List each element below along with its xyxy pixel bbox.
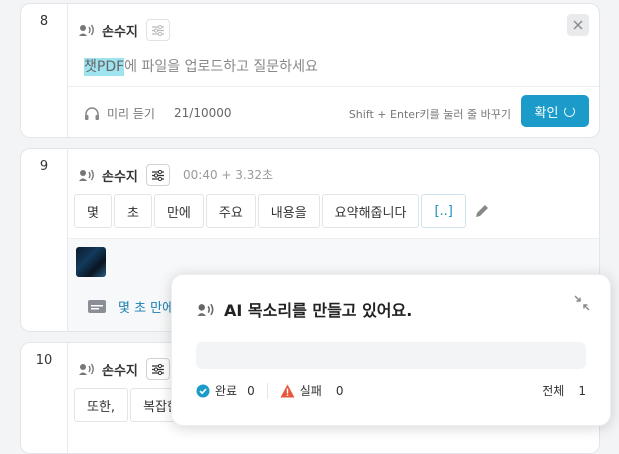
check-circle-icon	[196, 384, 210, 397]
total-label: 전체	[542, 384, 565, 398]
speaker-name[interactable]: 손수지	[102, 166, 138, 185]
fail-label: 실패	[299, 384, 322, 398]
token[interactable]: 만에	[153, 194, 204, 228]
voice-generation-popup: AI 목소리를 만들고 있어요. 완료 0 실패 0 전체 1	[171, 274, 611, 426]
voice-icon	[79, 169, 94, 181]
progress-bar	[196, 342, 586, 369]
done-stat: 완료 0	[196, 382, 255, 399]
highlighted-text: 챗PDF	[84, 58, 125, 76]
warning-icon	[280, 384, 295, 397]
collapse-button[interactable]	[574, 295, 590, 315]
voice-icon	[79, 24, 94, 36]
token[interactable]: 또한,	[74, 388, 129, 422]
headphones-icon	[85, 107, 99, 120]
status-summary: 완료 0 실패 0 전체 1	[196, 382, 586, 399]
sliders-icon	[151, 169, 164, 181]
speaker-name[interactable]: 손수지	[102, 21, 138, 40]
speaker-row: 손수지	[78, 358, 170, 380]
summary-row[interactable]: 몇 초 만에	[88, 297, 174, 316]
token[interactable]: 몇	[74, 194, 112, 228]
fail-stat: 실패 0	[280, 382, 344, 399]
more-tokens-button[interactable]: [..]	[421, 194, 466, 228]
preview-button[interactable]: 미리 듣기	[84, 105, 155, 122]
segment-time: 00:40 + 3.32초	[183, 168, 274, 182]
subtitle-icon	[88, 300, 106, 313]
edit-button[interactable]	[474, 194, 490, 228]
token[interactable]: 초	[113, 194, 152, 228]
editor-footer: 미리 듣기 21/10000 Shift + Enter키를 눌러 줄 바꾸기 …	[68, 86, 599, 137]
char-counter: 21/10000	[174, 106, 232, 120]
token[interactable]: 주요	[205, 194, 256, 228]
voice-icon	[197, 303, 214, 316]
voice-icon	[79, 363, 94, 375]
token-list: 몇 초 만에 주요 내용을 요약해줍니다 [..]	[74, 194, 490, 228]
segment-number: 10	[21, 343, 68, 453]
speaker-row: 손수지	[78, 19, 170, 41]
popup-header: AI 목소리를 만들고 있어요.	[196, 297, 412, 321]
token[interactable]: 요약해줍니다	[321, 194, 420, 228]
speaker-row: 손수지	[78, 164, 170, 186]
divider	[266, 382, 268, 399]
segment-editor-card: 8 손수지 챗PDF에 파일을 업로드하고 질문하세요 미리 듣기 21/100…	[20, 3, 600, 138]
popup-title: AI 목소리를 만들고 있어요.	[224, 301, 413, 320]
collapse-icon	[574, 295, 590, 311]
thumbnail-image[interactable]	[76, 247, 106, 277]
placeholder-text: 에 파일을 업로드하고 질문하세요	[124, 59, 318, 75]
total-stat: 전체 1	[542, 382, 586, 399]
summary-text: 몇 초 만에	[118, 301, 175, 316]
close-button[interactable]	[567, 14, 589, 36]
text-input[interactable]: 챗PDF에 파일을 업로드하고 질문하세요	[84, 56, 318, 76]
speaker-name[interactable]: 손수지	[102, 360, 138, 379]
fail-count: 0	[335, 383, 344, 398]
speaker-settings-button[interactable]	[145, 164, 170, 186]
done-label: 완료	[215, 384, 238, 398]
pencil-icon	[475, 205, 488, 217]
loading-spinner-icon	[564, 105, 576, 117]
sliders-icon	[151, 24, 164, 36]
confirm-button[interactable]: 확인	[521, 95, 589, 127]
token[interactable]: 내용을	[257, 194, 320, 228]
shortcut-hint: Shift + Enter키를 눌러 줄 바꾸기	[348, 108, 511, 121]
sliders-icon	[151, 363, 164, 375]
done-count: 0	[247, 383, 255, 398]
speaker-settings-button[interactable]	[145, 19, 170, 41]
speaker-settings-button[interactable]	[145, 358, 170, 380]
segment-number: 9	[21, 149, 68, 331]
total-count: 1	[578, 383, 586, 398]
segment-number: 8	[21, 4, 68, 137]
close-icon	[573, 20, 583, 30]
confirm-label: 확인	[534, 105, 559, 121]
preview-label: 미리 듣기	[107, 107, 155, 121]
